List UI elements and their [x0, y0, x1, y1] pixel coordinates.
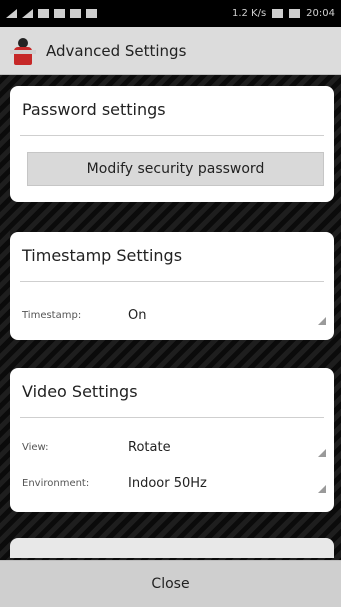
next-card-edge — [10, 538, 334, 558]
wifi-icon — [272, 9, 284, 18]
clock: 20:04 — [306, 8, 335, 19]
video-settings-card: Video Settings View: Rotate Environment:… — [10, 368, 334, 512]
divider — [20, 417, 324, 418]
environment-row[interactable]: Environment: Indoor 50Hz — [22, 470, 326, 496]
environment-label: Environment: — [22, 477, 90, 489]
card-title: Video Settings — [22, 382, 138, 401]
usb-icon — [38, 9, 49, 18]
battery-icon — [289, 9, 301, 18]
app-bar: Advanced Settings — [0, 27, 341, 75]
close-button[interactable]: Close — [0, 560, 341, 607]
status-left-icons — [6, 9, 97, 18]
timestamp-spinner[interactable]: On — [128, 308, 326, 323]
card-title: Timestamp Settings — [22, 246, 183, 265]
image-icon — [54, 9, 65, 18]
password-settings-card: Password settings Modify security passwo… — [10, 86, 334, 202]
view-spinner[interactable]: Rotate — [128, 440, 326, 455]
app-logo-icon — [10, 36, 36, 66]
status-right: 1.2 K/s 20:04 — [232, 8, 335, 19]
notification-icon — [70, 9, 81, 18]
divider — [20, 281, 324, 282]
view-row[interactable]: View: Rotate — [22, 434, 326, 460]
status-bar: 1.2 K/s 20:04 — [0, 0, 341, 27]
environment-spinner[interactable]: Indoor 50Hz — [128, 476, 326, 491]
timestamp-settings-card: Timestamp Settings Timestamp: On — [10, 232, 334, 340]
signal-icon — [6, 9, 17, 18]
signal-icon — [22, 9, 33, 18]
app-notification-icon — [86, 9, 97, 18]
modify-password-button[interactable]: Modify security password — [27, 152, 324, 186]
timestamp-row[interactable]: Timestamp: On — [22, 302, 326, 328]
view-label: View: — [22, 441, 49, 453]
card-title: Password settings — [22, 100, 166, 119]
page-title: Advanced Settings — [46, 41, 187, 60]
timestamp-label: Timestamp: — [22, 309, 82, 321]
divider — [20, 135, 324, 136]
network-speed: 1.2 K/s — [231, 8, 267, 19]
